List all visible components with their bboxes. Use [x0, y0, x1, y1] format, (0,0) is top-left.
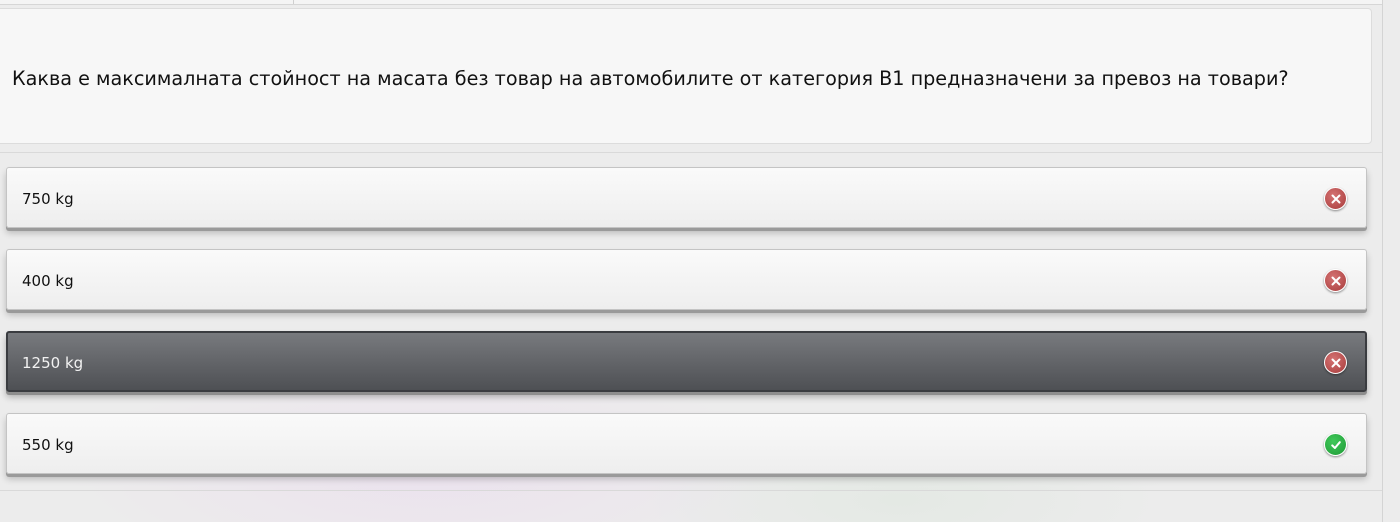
- question-panel: Каква е максималната стойност на масата …: [0, 8, 1372, 144]
- check-circle-icon: [1324, 433, 1347, 456]
- answer-option-3-selected[interactable]: 1250 kg: [6, 331, 1367, 392]
- right-edge-divider: [1382, 0, 1383, 522]
- question-text: Каква е максималната стойност на масата …: [12, 67, 1289, 90]
- answer-label: 750 kg: [22, 190, 74, 208]
- tab-divider: [293, 0, 294, 4]
- bottom-divider: [0, 490, 1382, 491]
- x-circle-icon: [1324, 187, 1347, 210]
- top-tab-strip: [0, 0, 1382, 5]
- answer-option-2[interactable]: 400 kg: [6, 249, 1367, 310]
- answer-option-1[interactable]: 750 kg: [6, 167, 1367, 228]
- answer-label: 550 kg: [22, 436, 74, 454]
- x-circle-icon: [1324, 269, 1347, 292]
- answer-label: 1250 kg: [22, 354, 84, 372]
- answer-label: 400 kg: [22, 272, 74, 290]
- x-circle-icon: [1324, 351, 1347, 374]
- answer-option-4[interactable]: 550 kg: [6, 413, 1367, 474]
- question-answers-divider: [0, 152, 1382, 153]
